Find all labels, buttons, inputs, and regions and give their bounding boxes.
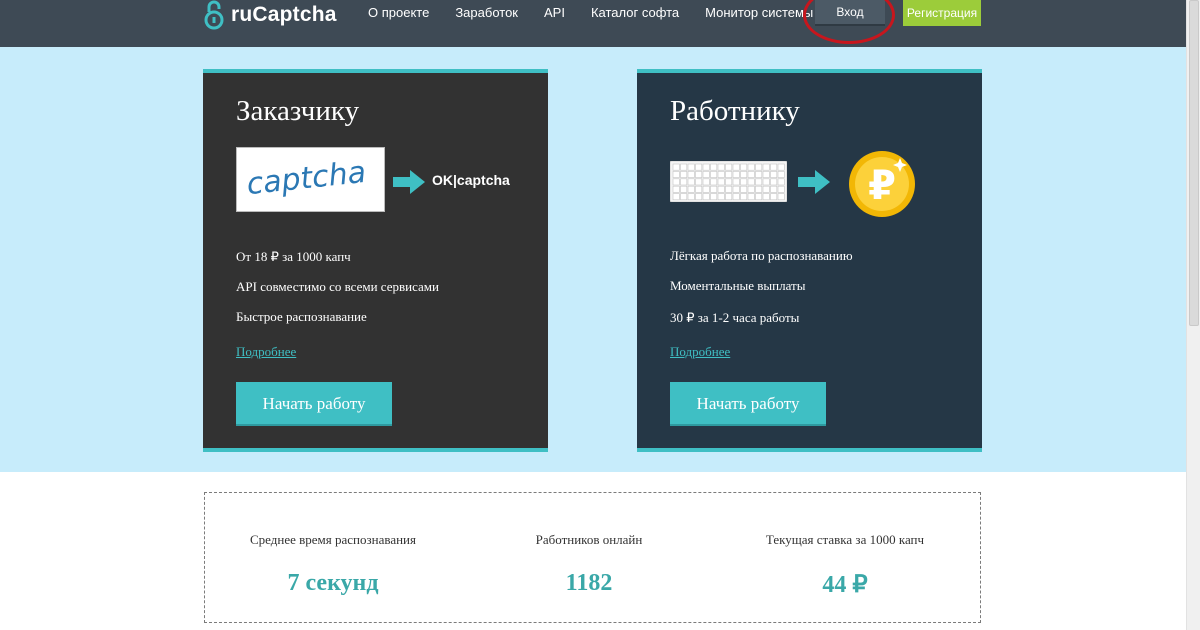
stats-panel: Среднее время распознавания 7 секунд Раб… (204, 492, 981, 623)
arrow-right-icon (393, 170, 425, 194)
nav-item-api[interactable]: API (544, 5, 565, 20)
arrow-right-icon (798, 170, 830, 194)
customer-more-link[interactable]: Подробнее (236, 344, 296, 360)
captcha-image: captcha (236, 147, 385, 212)
logo[interactable]: ruCaptcha (203, 0, 337, 30)
top-navbar: ruCaptcha О проекте Заработок API Катало… (0, 0, 1186, 47)
stat-value-current-rate: 44 ₽ (822, 572, 868, 598)
worker-card-title: Работнику (670, 95, 800, 127)
lock-icon (203, 0, 225, 30)
worker-start-button[interactable]: Начать работу (670, 382, 826, 426)
register-button[interactable]: Регистрация (903, 0, 981, 26)
keyboard-icon (669, 160, 788, 207)
customer-feature-2: API совместимо со всеми сервисами (236, 279, 439, 294)
logo-text: ruCaptcha (231, 3, 337, 26)
nav-item-earnings[interactable]: Заработок (455, 5, 518, 20)
stat-label-current-rate: Текущая ставка за 1000 капч (765, 532, 925, 547)
worker-feature-2: Моментальные выплаты (670, 278, 806, 293)
stat-value-avg-time: 7 секунд (287, 570, 379, 596)
stat-label-avg-time: Среднее время распознавания (250, 532, 416, 547)
customer-card-title: Заказчику (236, 95, 360, 127)
worker-card: Работнику ₽ Лёгкая работа по распознаван… (637, 69, 982, 452)
customer-card: Заказчику captcha OK|captcha От 18 ₽ за … (203, 69, 548, 452)
nav-item-software-catalog[interactable]: Каталог софта (591, 5, 679, 20)
hero-section (0, 47, 1186, 472)
captcha-result-text: OK|captcha (432, 172, 510, 188)
worker-feature-1: Лёгкая работа по распознаванию (670, 248, 853, 263)
scrollbar-thumb[interactable] (1189, 0, 1199, 326)
nav-item-about[interactable]: О проекте (368, 5, 429, 20)
customer-feature-1: От 18 ₽ за 1000 капч (236, 249, 351, 264)
worker-feature-3: 30 ₽ за 1-2 часа работы (670, 310, 800, 325)
vertical-scrollbar[interactable] (1186, 0, 1200, 630)
customer-feature-3: Быстрое распознавание (236, 309, 367, 324)
worker-more-link[interactable]: Подробнее (670, 344, 730, 360)
customer-start-button[interactable]: Начать работу (236, 382, 392, 426)
login-button[interactable]: Вход (815, 0, 885, 26)
main-nav: О проекте Заработок API Каталог софта Мо… (368, 5, 839, 20)
captcha-text: captcha (245, 155, 368, 202)
nav-item-system-monitor[interactable]: Монитор системы (705, 5, 813, 20)
stat-value-workers-online: 1182 (565, 570, 613, 596)
coin-symbol: ₽ (868, 163, 896, 209)
ruble-coin-icon: ₽ (848, 150, 916, 223)
stat-label-workers-online: Работников онлайн (535, 532, 643, 547)
